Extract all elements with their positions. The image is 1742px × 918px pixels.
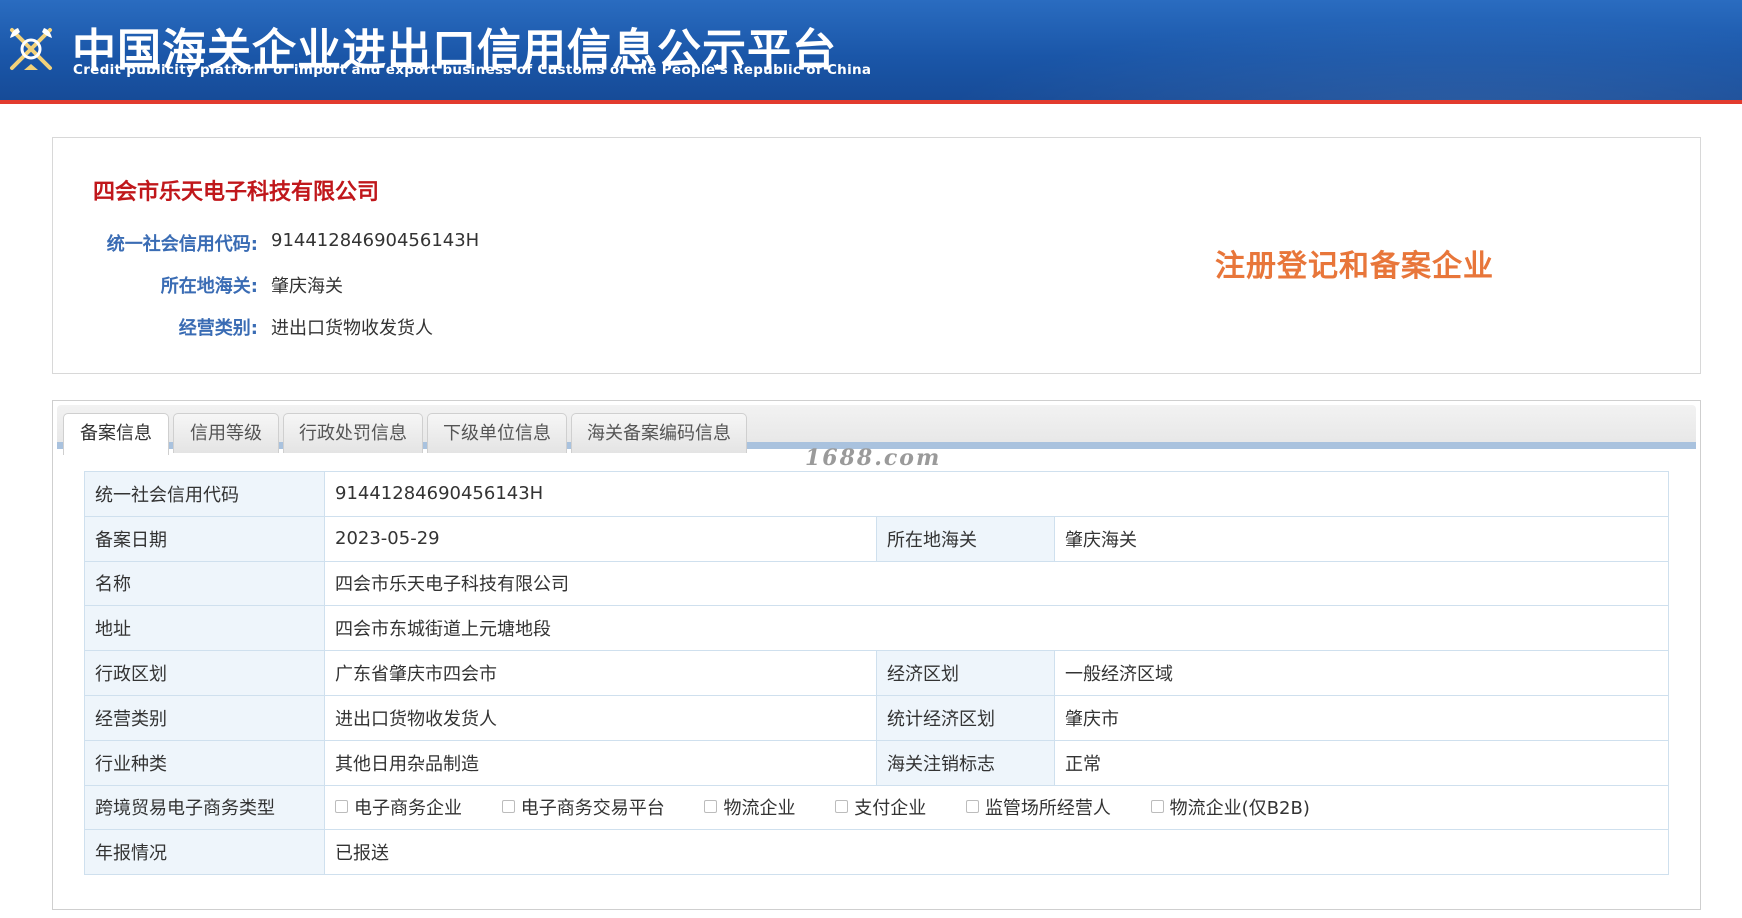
company-summary: 四会市乐天电子科技有限公司 统一社会信用代码: 9144128469045614… [52, 137, 1701, 374]
company-name: 四会市乐天电子科技有限公司 [93, 180, 380, 205]
cell-value: 已报送 [324, 829, 1669, 876]
cell-value: 91441284690456143H [324, 471, 1669, 517]
tab-credit-rating[interactable]: 信用等级 [173, 413, 279, 453]
site-subtitle: Credit publicity platform of import and … [73, 62, 872, 78]
cell-value: 广东省肇庆市四会市 [324, 650, 877, 696]
tab-bar: 备案信息 信用等级 行政处罚信息 下级单位信息 海关备案编码信息 [57, 405, 1696, 455]
checkbox-logistics-b2b[interactable]: 物流企业(仅B2B) [1150, 794, 1310, 820]
cell-label: 行业种类 [84, 739, 325, 786]
tab-record-info[interactable]: 备案信息 [63, 413, 169, 455]
summary-label: 经营类别: [178, 318, 258, 339]
summary-value: 进出口货物收发货人 [271, 318, 433, 339]
checkbox-label: 电子商务交易平台 [520, 798, 665, 820]
table-row: 经营类别 进出口货物收发货人 统计经济区划 肇庆市 [84, 694, 1669, 741]
cell-label: 所在地海关 [876, 515, 1055, 562]
checkbox-logistics-enterprise[interactable]: 物流企业 [704, 794, 795, 820]
tab-customs-code-info[interactable]: 海关备案编码信息 [571, 413, 747, 453]
tab-penalty-info[interactable]: 行政处罚信息 [283, 413, 423, 453]
checkbox-ecommerce-platform[interactable]: 电子商务交易平台 [501, 794, 665, 820]
cell-value: 正常 [1054, 739, 1669, 786]
summary-label: 统一社会信用代码: [106, 234, 258, 255]
table-row: 地址 四会市东城街道上元塘地段 [84, 605, 1669, 652]
checkbox-icon[interactable] [965, 800, 979, 814]
cell-value: 2023-05-29 [324, 515, 877, 562]
cell-label: 海关注销标志 [876, 739, 1055, 786]
cell-label: 地址 [84, 605, 325, 652]
record-info-table: 统一社会信用代码 91441284690456143H 备案日期 2023-05… [84, 471, 1669, 876]
table-row: 备案日期 2023-05-29 所在地海关 肇庆海关 [84, 515, 1669, 562]
checkbox-icon[interactable] [835, 800, 849, 814]
tab-subsidiary-info[interactable]: 下级单位信息 [427, 413, 567, 453]
cell-label: 经营类别 [84, 694, 325, 741]
checkbox-supervision-operator[interactable]: 监管场所经营人 [965, 794, 1111, 820]
checkbox-icon[interactable] [501, 800, 515, 814]
summary-value: 91441284690456143H [271, 230, 480, 251]
cell-value: 四会市东城街道上元塘地段 [324, 605, 1669, 652]
checkbox-label: 监管场所经营人 [984, 798, 1111, 820]
checkbox-icon[interactable] [335, 800, 348, 814]
cell-value: 四会市乐天电子科技有限公司 [324, 560, 1669, 607]
checkbox-label: 物流企业(仅B2B) [1169, 798, 1310, 820]
cell-label: 行政区划 [84, 650, 325, 696]
checkbox-label: 电子商务企业 [354, 798, 462, 820]
checkbox-label: 物流企业 [723, 798, 796, 820]
table-row: 行政区划 广东省肇庆市四会市 经济区划 一般经济区域 [84, 650, 1669, 696]
table-row: 行业种类 其他日用杂品制造 海关注销标志 正常 [84, 739, 1669, 786]
checkbox-icon[interactable] [1150, 800, 1164, 814]
cell-label: 备案日期 [84, 515, 325, 562]
summary-row-business-type: 经营类别: 进出口货物收发货人 [53, 314, 753, 342]
checkbox-icon[interactable] [704, 800, 718, 814]
cell-label: 年报情况 [84, 829, 325, 876]
table-row: 年报情况 已报送 [84, 829, 1669, 876]
site-header: 中国海关企业进出口信用信息公示平台 Credit publicity platf… [0, 0, 1742, 104]
cell-value: 一般经济区域 [1054, 650, 1669, 696]
checkbox-payment-enterprise[interactable]: 支付企业 [835, 794, 926, 820]
cell-value: 进出口货物收发货人 [324, 694, 877, 741]
customs-emblem-icon[interactable] [4, 18, 58, 76]
detail-panel: 备案信息 信用等级 行政处罚信息 下级单位信息 海关备案编码信息 1688.co… [52, 400, 1701, 910]
ecommerce-type-options: 电子商务企业 电子商务交易平台 物流企业 支付企业 监管场所经营人 物流企业(仅… [324, 784, 1669, 831]
cell-value: 肇庆海关 [1054, 515, 1669, 562]
header-decoration [842, 0, 1742, 100]
cell-label: 统计经济区划 [876, 694, 1055, 741]
cell-label: 跨境贸易电子商务类型 [84, 784, 325, 831]
cell-value: 肇庆市 [1054, 694, 1669, 741]
registration-status-badge: 注册登记和备案企业 [1215, 249, 1494, 284]
cell-label: 经济区划 [876, 650, 1055, 696]
cell-label: 名称 [84, 560, 325, 607]
header-divider [0, 100, 1742, 104]
checkbox-label: 支付企业 [854, 798, 927, 820]
table-row: 名称 四会市乐天电子科技有限公司 [84, 560, 1669, 607]
summary-label: 所在地海关: [160, 276, 258, 297]
checkbox-ecommerce-enterprise[interactable]: 电子商务企业 [335, 794, 462, 820]
cell-label: 统一社会信用代码 [84, 471, 325, 517]
summary-row-customs: 所在地海关: 肇庆海关 [53, 272, 753, 300]
summary-value: 肇庆海关 [271, 276, 343, 297]
summary-row-credit-code: 统一社会信用代码: 91441284690456143H [53, 230, 753, 258]
table-row: 跨境贸易电子商务类型 电子商务企业 电子商务交易平台 物流企业 支付企业 监管场… [84, 784, 1669, 831]
watermark: 1688.com [805, 445, 942, 471]
cell-value: 其他日用杂品制造 [324, 739, 877, 786]
table-row: 统一社会信用代码 91441284690456143H [84, 471, 1669, 517]
